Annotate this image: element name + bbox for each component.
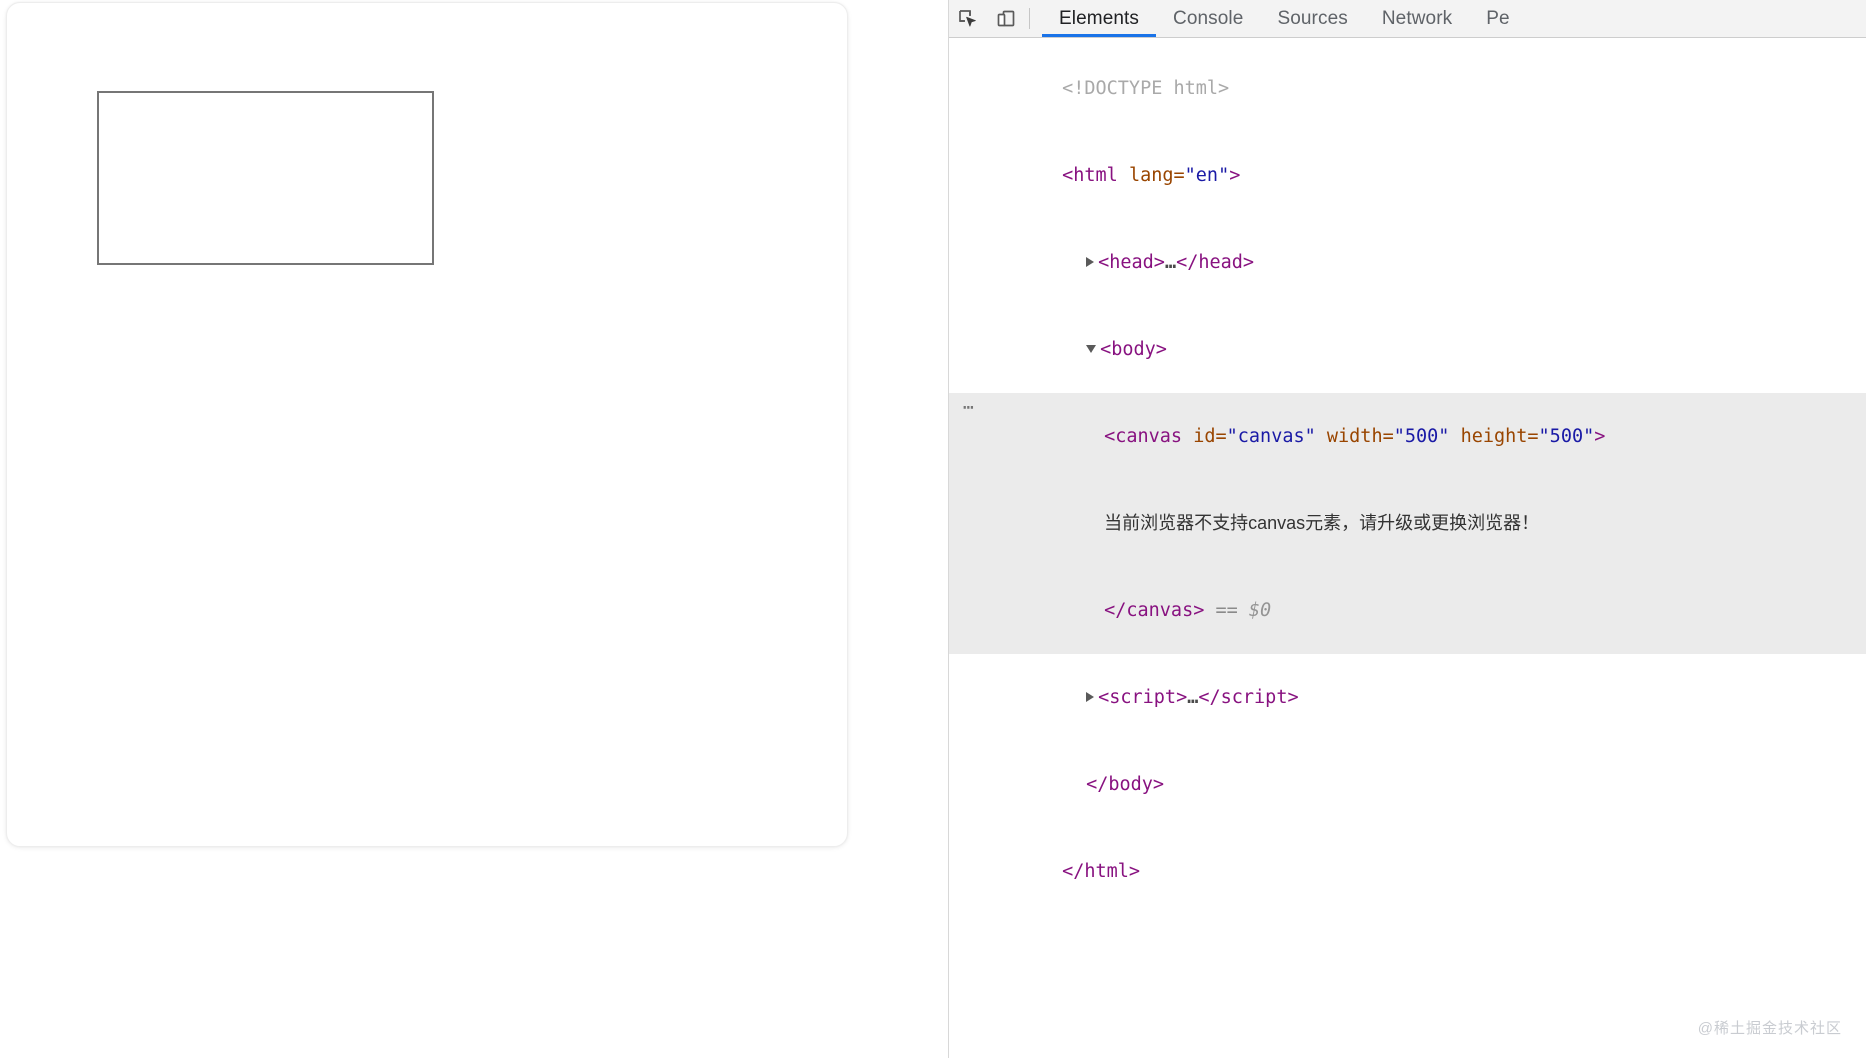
body-close-tag: </body> xyxy=(1086,774,1165,795)
html-open-tag: <html xyxy=(1062,165,1118,186)
dom-row-head[interactable]: <head>…</head> xyxy=(949,219,1866,306)
tab-elements[interactable]: Elements xyxy=(1042,0,1157,37)
dom-row-doctype[interactable]: <!DOCTYPE html> xyxy=(949,45,1866,132)
canvas-open-tag: <canvas xyxy=(1104,426,1183,447)
canvas-id-attr-value: "canvas" xyxy=(1226,426,1316,447)
page-viewport-pane xyxy=(0,0,948,1058)
watermark: @稀土掘金技术社区 xyxy=(1697,1020,1842,1037)
chevron-right-icon[interactable] xyxy=(1086,692,1095,702)
canvas-width-attr-name: width xyxy=(1326,426,1383,447)
selected-node-equals: == xyxy=(1215,600,1238,621)
canvas-close-tag: </canvas> xyxy=(1104,600,1205,621)
dom-row-canvas-text[interactable]: 当前浏览器不支持canvas元素，请升级或更换浏览器！ xyxy=(949,480,1866,567)
script-close-tag: </script> xyxy=(1198,687,1299,708)
devtools-tab-bar: Elements Console Sources Network Pe xyxy=(1042,0,1527,37)
html-lang-attr-eq: = xyxy=(1173,165,1185,186)
browser-viewport-card xyxy=(6,2,848,847)
canvas-height-attr-name: height xyxy=(1460,426,1528,447)
script-ellipsis: … xyxy=(1187,687,1199,708)
html-close-tag: </html> xyxy=(1062,861,1141,882)
head-ellipsis: … xyxy=(1164,252,1177,273)
node-more-badge[interactable]: ⋯ xyxy=(955,393,983,422)
canvas-open-bracket: > xyxy=(1594,426,1606,447)
body-open-tag: <body> xyxy=(1100,339,1167,360)
selected-node-reference: $0 xyxy=(1248,600,1272,621)
tab-performance[interactable]: Pe xyxy=(1469,0,1526,37)
head-close-tag: </head> xyxy=(1176,252,1255,273)
canvas-fallback-text: 当前浏览器不支持canvas元素，请升级或更换浏览器！ xyxy=(1104,513,1540,533)
devtools-panel: Elements Console Sources Network Pe <!DO… xyxy=(948,0,1866,1058)
html-lang-attr-value: "en" xyxy=(1184,165,1230,186)
inspect-element-icon[interactable] xyxy=(949,0,987,37)
toolbar-divider xyxy=(1029,8,1030,29)
canvas-drawn-rectangle xyxy=(97,91,434,265)
dom-row-canvas-close[interactable]: </canvas> == $0 xyxy=(949,567,1866,654)
script-open-tag: <script> xyxy=(1098,687,1188,708)
dom-row-html-open[interactable]: <html lang="en"> xyxy=(949,132,1866,219)
dom-row-canvas-open[interactable]: ⋯ <canvas id="canvas" width="500" height=… xyxy=(949,393,1866,480)
chevron-right-icon[interactable] xyxy=(1086,257,1095,267)
tab-console[interactable]: Console xyxy=(1156,0,1260,37)
html-lang-attr-name: lang xyxy=(1128,165,1174,186)
dom-tree[interactable]: <!DOCTYPE html> <html lang="en"> <head>…… xyxy=(949,38,1866,915)
device-toolbar-toggle-icon[interactable] xyxy=(987,0,1025,37)
doctype-text: <!DOCTYPE html> xyxy=(1062,78,1230,99)
devtools-toolbar: Elements Console Sources Network Pe xyxy=(949,0,1866,38)
tab-sources[interactable]: Sources xyxy=(1260,0,1364,37)
dom-row-script[interactable]: <script>…</script> xyxy=(949,654,1866,741)
chevron-down-icon[interactable] xyxy=(1086,345,1097,353)
app-root: Elements Console Sources Network Pe <!DO… xyxy=(0,0,1866,1058)
canvas-element[interactable] xyxy=(17,13,517,513)
dom-row-body-open[interactable]: <body> xyxy=(949,306,1866,393)
canvas-id-attr-name: id xyxy=(1193,426,1216,447)
dom-row-html-close[interactable]: </html> xyxy=(949,828,1866,915)
html-open-bracket: > xyxy=(1229,165,1241,186)
dom-row-body-close[interactable]: </body> xyxy=(949,741,1866,828)
canvas-height-attr-value: "500" xyxy=(1538,426,1595,447)
head-open-tag: <head> xyxy=(1098,252,1165,273)
tab-network[interactable]: Network xyxy=(1365,0,1469,37)
canvas-width-attr-value: "500" xyxy=(1393,426,1450,447)
